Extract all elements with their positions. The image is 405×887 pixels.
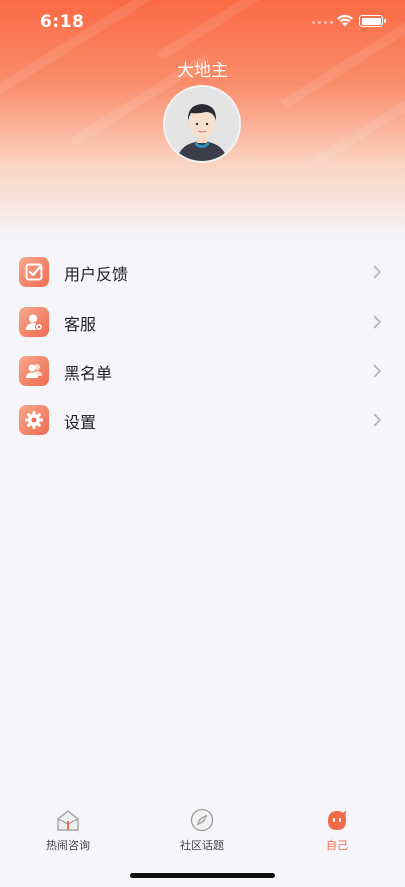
feedback-check-icon bbox=[19, 257, 49, 287]
chevron-right-icon bbox=[373, 364, 381, 378]
compass-icon bbox=[190, 808, 214, 832]
menu-item-customer-service[interactable]: 客服 bbox=[0, 298, 405, 346]
battery-icon bbox=[359, 15, 386, 27]
chevron-right-icon bbox=[373, 265, 381, 279]
customer-service-icon bbox=[19, 307, 49, 337]
mascot-face-icon bbox=[328, 810, 346, 830]
status-time: 6:18 bbox=[40, 12, 85, 32]
menu-item-label: 黑名单 bbox=[64, 364, 113, 383]
chevron-right-icon bbox=[373, 413, 381, 427]
tab-hot-news[interactable]: 热闹咨询 bbox=[18, 808, 118, 858]
avatar[interactable] bbox=[163, 85, 241, 163]
status-bar: 6:18 bbox=[0, 0, 405, 44]
cellular-signal-icon bbox=[312, 21, 333, 24]
tab-label: 自己 bbox=[326, 839, 348, 852]
menu-item-label: 客服 bbox=[64, 315, 97, 334]
settings-gear-icon bbox=[19, 405, 49, 435]
username: 大地主 bbox=[177, 61, 228, 81]
home-icon bbox=[57, 810, 79, 831]
tab-community-topics[interactable]: 社区话题 bbox=[152, 808, 252, 858]
menu-item-settings[interactable]: 设置 bbox=[0, 396, 405, 444]
tab-me[interactable]: 自己 bbox=[287, 808, 387, 858]
decor-streak bbox=[308, 81, 405, 169]
tab-label: 社区话题 bbox=[180, 839, 224, 852]
tab-label: 热闹咨询 bbox=[46, 839, 90, 852]
home-indicator[interactable] bbox=[130, 873, 275, 878]
menu-item-label: 设置 bbox=[64, 413, 97, 432]
blacklist-users-icon bbox=[19, 356, 49, 386]
menu-item-feedback[interactable]: 用户反馈 bbox=[0, 248, 405, 296]
menu-item-label: 用户反馈 bbox=[64, 265, 129, 284]
avatar-person-icon bbox=[165, 87, 239, 161]
wifi-icon bbox=[337, 14, 353, 27]
chevron-right-icon bbox=[373, 315, 381, 329]
menu-item-blacklist[interactable]: 黑名单 bbox=[0, 347, 405, 395]
